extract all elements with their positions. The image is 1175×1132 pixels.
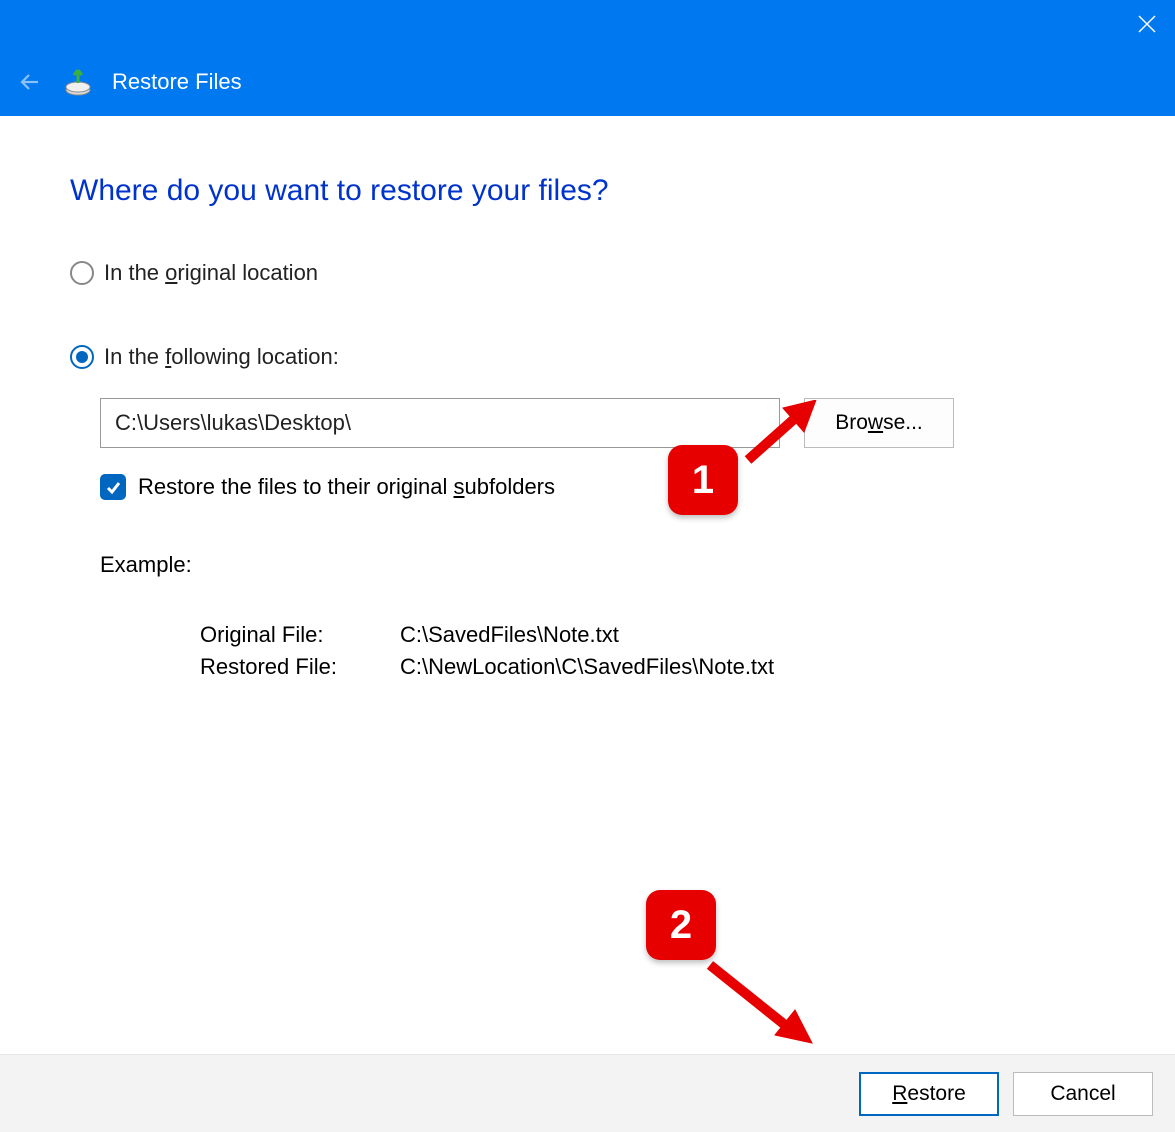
header: Restore Files xyxy=(0,48,1175,116)
path-row: C:\Users\lukas\Desktop\ Browse... xyxy=(100,398,1105,448)
restore-path-input[interactable]: C:\Users\lukas\Desktop\ xyxy=(100,398,780,448)
close-button[interactable] xyxy=(1119,0,1175,48)
example-label: Example: xyxy=(100,552,1105,578)
radio-option-following[interactable]: In the following location: xyxy=(70,344,1105,370)
page-heading: Where do you want to restore your files? xyxy=(70,174,1105,208)
radio-icon xyxy=(70,345,94,369)
example-original-value: C:\SavedFiles\Note.txt xyxy=(400,622,1105,648)
titlebar xyxy=(0,0,1175,48)
annotation-arrow-1 xyxy=(738,400,818,475)
back-button[interactable] xyxy=(16,68,44,96)
path-value: C:\Users\lukas\Desktop\ xyxy=(115,410,351,436)
radio-option-original[interactable]: In the original location xyxy=(70,260,1105,286)
example-grid: Original File: C:\SavedFiles\Note.txt Re… xyxy=(200,622,1105,680)
app-title: Restore Files xyxy=(112,69,242,95)
content-area: Where do you want to restore your files?… xyxy=(0,116,1175,680)
annotation-callout-1: 1 xyxy=(668,445,738,515)
checkbox-label: Restore the files to their original subf… xyxy=(138,474,555,500)
browse-button[interactable]: Browse... xyxy=(804,398,954,448)
radio-icon xyxy=(70,261,94,285)
radio-label: In the following location: xyxy=(104,344,339,370)
restore-files-icon xyxy=(62,66,94,98)
example-restored-value: C:\NewLocation\C\SavedFiles\Note.txt xyxy=(400,654,1105,680)
annotation-callout-2: 2 xyxy=(646,890,716,960)
restore-button[interactable]: Restore xyxy=(859,1072,999,1116)
example-restored-label: Restored File: xyxy=(200,654,400,680)
back-arrow-icon xyxy=(19,71,41,93)
cancel-button[interactable]: Cancel xyxy=(1013,1072,1153,1116)
annotation-arrow-2 xyxy=(700,955,820,1060)
restore-subfolders-checkbox-row[interactable]: Restore the files to their original subf… xyxy=(100,474,1105,500)
radio-label: In the original location xyxy=(104,260,318,286)
close-icon xyxy=(1138,15,1156,33)
example-original-label: Original File: xyxy=(200,622,400,648)
checkbox-checked-icon xyxy=(100,474,126,500)
footer: Restore Cancel xyxy=(0,1054,1175,1132)
